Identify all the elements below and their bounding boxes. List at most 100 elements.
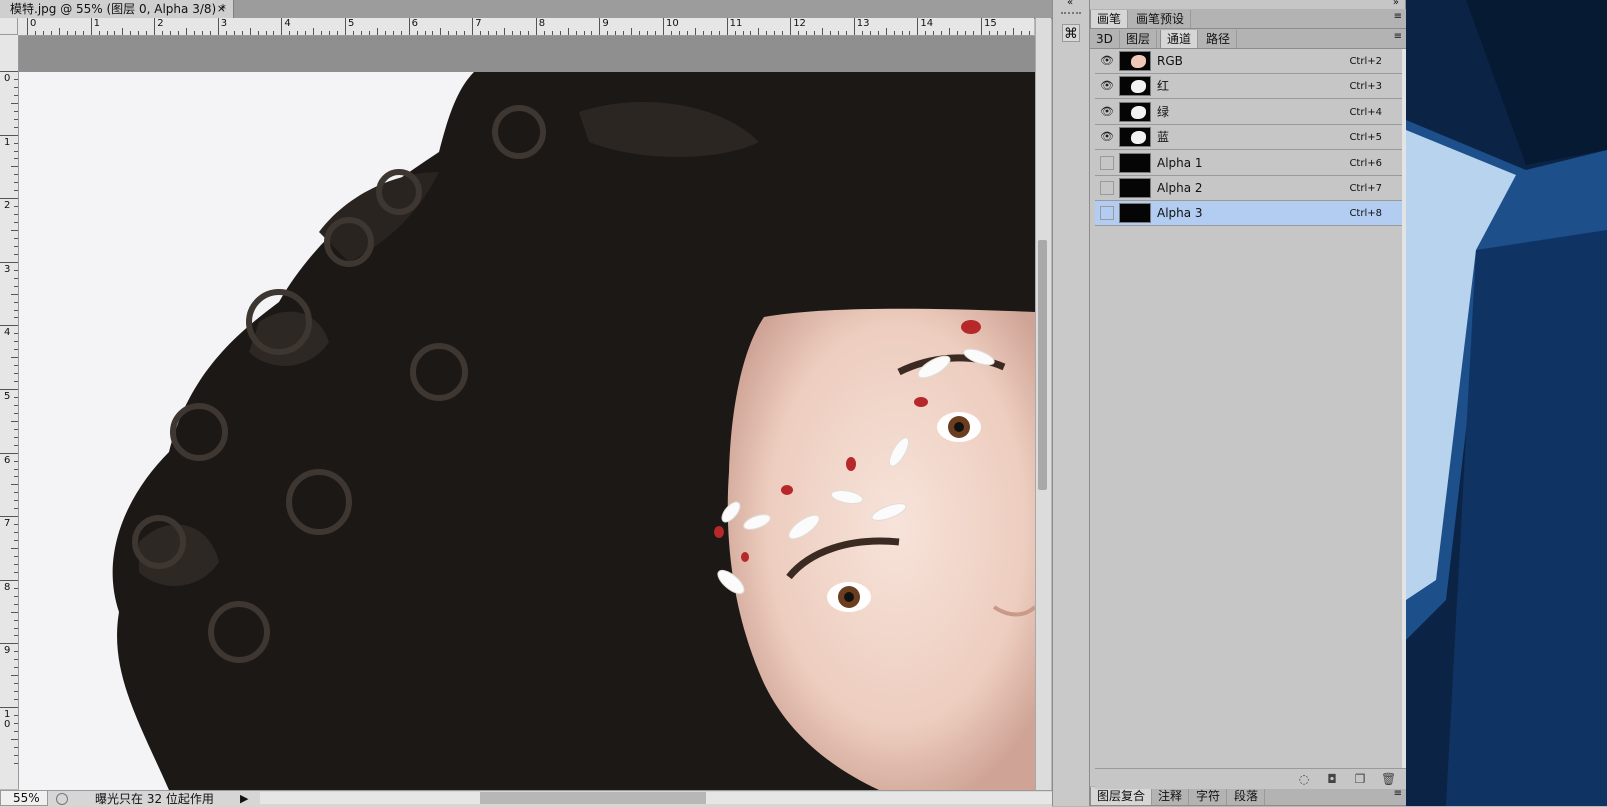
channel-row[interactable]: 👁 红 Ctrl+3 xyxy=(1095,74,1407,100)
ruler-tick xyxy=(853,18,855,35)
channel-shortcut: Ctrl+5 xyxy=(1349,132,1382,144)
ruler-tick xyxy=(14,381,18,383)
ruler-label: 3 xyxy=(220,18,228,29)
ruler-tick xyxy=(901,31,903,35)
ruler-tick xyxy=(702,31,704,35)
tab-paragraph[interactable]: 段落 xyxy=(1228,787,1266,805)
channel-name: Alpha 2 xyxy=(1157,181,1203,195)
ruler-tick xyxy=(14,237,18,239)
ruler-tick xyxy=(615,31,617,35)
ruler-tick xyxy=(14,540,18,542)
ruler-tick xyxy=(225,31,227,35)
ruler-label: 6 xyxy=(411,18,418,29)
ruler-tick xyxy=(909,31,911,35)
channel-thumbnail xyxy=(1119,51,1151,71)
channel-row[interactable]: 👁 蓝 Ctrl+5 xyxy=(1095,125,1407,151)
ruler-tick xyxy=(14,571,18,573)
visibility-toggle[interactable] xyxy=(1100,206,1114,221)
panel-menu-icon[interactable]: ≡ xyxy=(1394,31,1402,42)
document-tab[interactable]: 模特.jpg @ 55% (图层 0, Alpha 3/8) * × xyxy=(0,0,234,18)
visibility-toggle[interactable] xyxy=(1100,155,1114,170)
channel-row[interactable]: Alpha 3 Ctrl+8 xyxy=(1095,201,1407,227)
ruler-tick xyxy=(11,675,18,677)
ruler-tick xyxy=(14,110,18,112)
ruler-tick xyxy=(973,31,975,35)
image-canvas[interactable] xyxy=(19,72,1035,790)
collapse-panel-icon[interactable]: » xyxy=(1393,0,1399,8)
tab-3d[interactable]: 3D xyxy=(1090,30,1120,48)
save-selection-icon[interactable]: ◘ xyxy=(1325,772,1339,786)
eye-icon[interactable]: 👁 xyxy=(1100,79,1114,93)
ruler-origin[interactable] xyxy=(0,18,18,35)
ruler-tick xyxy=(782,31,784,35)
channel-row[interactable]: 👁 RGB Ctrl+2 xyxy=(1095,49,1407,74)
vertical-ruler[interactable]: 0 1 2 3 4 5 6 7 8 9 1 0 xyxy=(0,35,19,789)
collapse-dock-icon[interactable]: « xyxy=(1067,0,1073,8)
ruler-tick xyxy=(313,28,315,35)
ruler-label: 8 xyxy=(538,18,546,29)
brush-tool-icon[interactable]: ⌘ xyxy=(1062,24,1080,42)
ruler-tick xyxy=(14,627,18,629)
ruler-tick xyxy=(925,31,927,35)
ruler-tick xyxy=(0,71,18,72)
status-options-icon[interactable] xyxy=(56,793,68,805)
eye-icon[interactable]: 👁 xyxy=(1100,130,1114,144)
ruler-tick xyxy=(639,31,641,35)
ruler-tick xyxy=(631,28,633,35)
ruler-tick xyxy=(11,484,18,486)
ruler-tick xyxy=(456,31,458,35)
ruler-tick xyxy=(837,31,839,35)
ruler-tick xyxy=(11,357,18,359)
ruler-tick xyxy=(305,31,307,35)
ruler-tick xyxy=(337,31,339,35)
ruler-tick xyxy=(996,31,998,35)
channel-name: RGB xyxy=(1157,54,1183,68)
ruler-tick xyxy=(273,31,275,35)
tab-character[interactable]: 字符 xyxy=(1190,787,1228,805)
visibility-toggle[interactable] xyxy=(1100,181,1114,195)
tab-channels[interactable]: 通道 xyxy=(1160,30,1199,48)
ruler-tick xyxy=(14,190,18,192)
panel-menu-icon[interactable]: ≡ xyxy=(1394,788,1402,799)
status-menu-arrow-icon[interactable]: ▶ xyxy=(240,791,248,807)
ruler-tick xyxy=(14,269,18,271)
tab-brush-presets[interactable]: 画笔预设 xyxy=(1130,10,1192,28)
ruler-tick xyxy=(257,31,259,35)
grip-icon[interactable] xyxy=(1061,12,1081,15)
tab-brush[interactable]: 画笔 xyxy=(1090,10,1129,28)
ruler-tick xyxy=(193,31,195,35)
channel-row[interactable]: Alpha 2 Ctrl+7 xyxy=(1095,176,1407,201)
ruler-tick xyxy=(941,31,943,35)
tab-paths[interactable]: 路径 xyxy=(1200,30,1238,48)
status-info-text: 曝光只在 32 位起作用 xyxy=(95,792,214,806)
ruler-tick xyxy=(14,651,18,653)
channel-thumbnail xyxy=(1119,203,1151,224)
channel-row[interactable]: Alpha 1 Ctrl+6 xyxy=(1095,150,1407,176)
zoom-level-field[interactable]: 55% xyxy=(0,790,48,806)
panel-menu-icon[interactable]: ≡ xyxy=(1394,11,1402,22)
ruler-tick xyxy=(0,516,18,518)
trash-icon[interactable]: 🗑 xyxy=(1381,772,1396,786)
ruler-tick xyxy=(448,31,450,35)
ruler-tick xyxy=(11,166,18,168)
tab-layers[interactable]: 图层 xyxy=(1120,30,1158,48)
channel-row[interactable]: 👁 绿 Ctrl+4 xyxy=(1095,99,1407,125)
brush-tab-row: 画笔 画笔预设 ≡ xyxy=(1090,9,1406,29)
horizontal-ruler[interactable]: 0 1 2 3 4 5 6 7 8 9 10 11 12 13 14 15 xyxy=(18,18,1034,36)
tab-layer-comps[interactable]: 图层复合 xyxy=(1090,787,1153,805)
tab-notes[interactable]: 注释 xyxy=(1152,787,1190,805)
vertical-scroll-thumb[interactable] xyxy=(1038,240,1047,490)
close-icon[interactable]: × xyxy=(217,0,226,18)
ruler-tick xyxy=(146,31,148,35)
ruler-label: 8 xyxy=(4,581,11,593)
ruler-tick xyxy=(14,396,18,398)
horizontal-scroll-thumb[interactable] xyxy=(480,792,706,804)
ruler-tick xyxy=(14,404,18,406)
eye-icon[interactable]: 👁 xyxy=(1100,105,1114,119)
ruler-tick xyxy=(893,31,895,35)
eye-icon[interactable]: 👁 xyxy=(1100,54,1114,68)
load-selection-icon[interactable]: ◌ xyxy=(1297,772,1311,786)
ruler-tick xyxy=(352,31,354,35)
ruler-label: 2 xyxy=(157,18,164,29)
new-channel-icon[interactable]: ❐ xyxy=(1353,772,1367,786)
